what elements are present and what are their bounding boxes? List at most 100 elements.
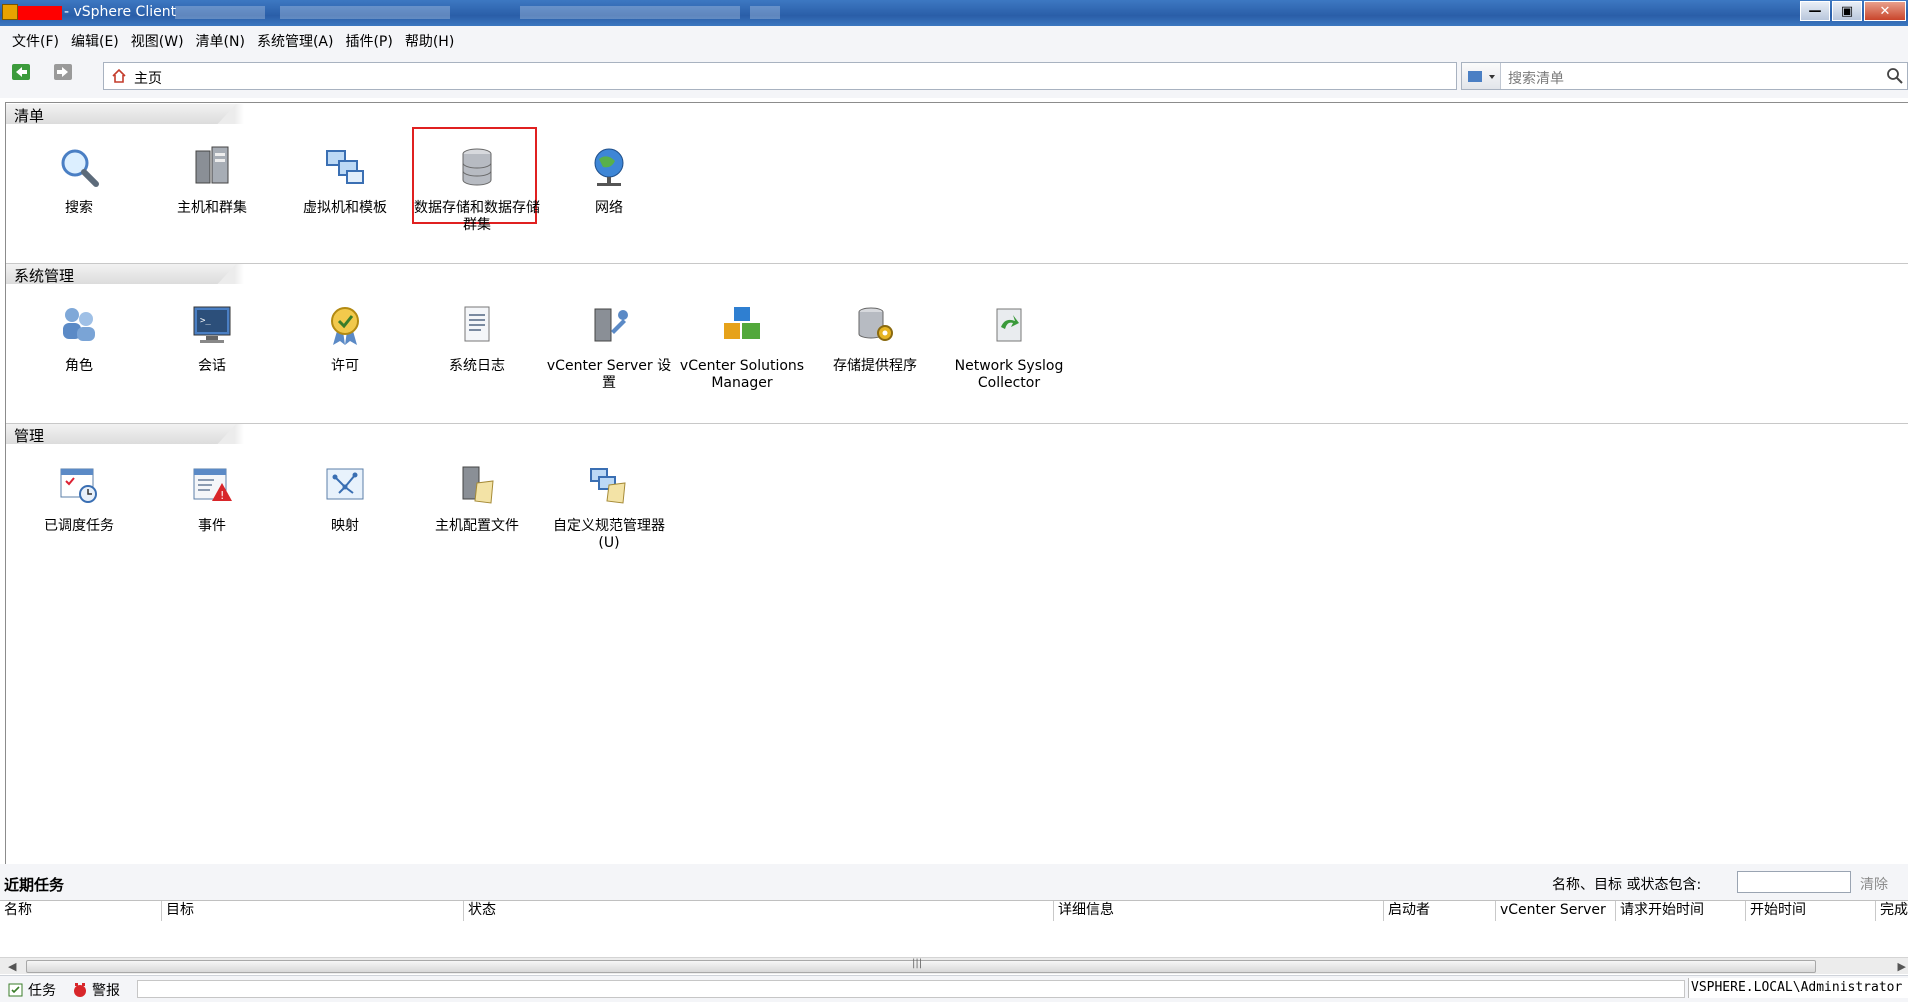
title-bar: - vSphere Client — ▣ ✕ [0, 0, 1908, 26]
menu-plugins[interactable]: 插件(P) [339, 31, 398, 51]
menu-help[interactable]: 帮助(H) [399, 31, 460, 51]
section-title: 系统管理 [14, 267, 75, 285]
item-storage-providers[interactable]: 存储提供程序 [812, 301, 938, 375]
menu-file[interactable]: 文件(F) [0, 31, 65, 51]
servers-icon [195, 146, 229, 184]
item-sessions[interactable]: >_ 会话 [149, 301, 275, 375]
host-profile-icon [462, 466, 494, 504]
column-details[interactable]: 详细信息 [1054, 901, 1384, 921]
solutions-blocks-icon [724, 307, 760, 339]
tasks-grid-body [0, 921, 1908, 957]
item-search[interactable]: 搜索 [16, 143, 142, 217]
item-events[interactable]: ! 事件 [149, 461, 275, 535]
maximize-button[interactable]: ▣ [1832, 1, 1862, 21]
menu-view[interactable]: 视图(W) [125, 31, 190, 51]
tasks-grid-header: 名称 目标 状态 详细信息 启动者 vCenter Server 请求开始时间 … [0, 900, 1908, 922]
item-hosts-and-clusters[interactable]: 主机和群集 [149, 143, 275, 217]
column-status[interactable]: 状态 [464, 901, 1054, 921]
menu-edit[interactable]: 编辑(E) [65, 31, 125, 51]
item-roles[interactable]: 角色 [16, 301, 142, 375]
toolbar: 主页 搜索清单 [0, 56, 1908, 98]
syslog-collector-icon [996, 308, 1022, 342]
filter-input[interactable] [1737, 871, 1851, 893]
server-settings-icon [594, 308, 628, 342]
blurred-text [750, 6, 780, 19]
blurred-text [280, 6, 450, 19]
item-host-profiles[interactable]: 主机配置文件 [414, 461, 540, 535]
alarm-icon [74, 983, 86, 997]
item-networking[interactable]: 网络 [546, 143, 672, 217]
window-title: - vSphere Client [64, 4, 177, 20]
home-content: 清单 搜索 主机和群集 虚拟机和模板 数据存储和数据存储群集 网络 系统管理 角… [5, 102, 1908, 865]
column-name[interactable]: 名称 [0, 901, 162, 921]
scroll-right-arrow-icon[interactable]: ▶ [1898, 960, 1906, 973]
recent-tasks-title: 近期任务 [4, 876, 65, 894]
tasks-icon [8, 983, 23, 997]
section-administration-header: 系统管理 [6, 264, 1908, 285]
minimize-button[interactable]: — [1800, 1, 1830, 21]
license-badge-icon [331, 307, 359, 345]
search-icon[interactable] [1885, 66, 1905, 86]
virtual-machines-icon [326, 150, 364, 184]
close-button[interactable]: ✕ [1864, 1, 1906, 21]
svg-text:>_: >_ [200, 316, 211, 326]
section-management-header: 管理 [6, 424, 1908, 445]
column-requested-start-time[interactable]: 请求开始时间 [1616, 901, 1746, 921]
item-maps[interactable]: 映射 [282, 461, 408, 535]
item-vcenter-solutions-manager[interactable]: vCenter Solutions Manager [679, 301, 805, 392]
section-title: 清单 [14, 107, 45, 125]
sessions-monitor-icon: >_ [193, 306, 231, 343]
forward-arrow-icon [57, 67, 68, 77]
item-scheduled-tasks[interactable]: 已调度任务 [16, 461, 142, 535]
alarms-tab[interactable]: 警报 [72, 980, 120, 1000]
column-initiated-by[interactable]: 启动者 [1384, 901, 1496, 921]
scroll-grip-icon: ||| [912, 958, 923, 969]
customization-spec-icon [590, 468, 626, 504]
search-scope-icon [1468, 71, 1495, 82]
column-vcenter-server[interactable]: vCenter Server [1496, 901, 1616, 921]
column-target[interactable]: 目标 [162, 901, 464, 921]
item-system-logs[interactable]: 系统日志 [414, 301, 540, 375]
datastore-icon [462, 148, 492, 186]
section-inventory-header: 清单 [6, 104, 1908, 125]
system-log-icon [464, 306, 490, 342]
redacted-host-name [18, 6, 62, 20]
search-magnifier-icon [61, 149, 99, 187]
search-placeholder: 搜索清单 [1508, 71, 1564, 87]
status-bar: 任务 警报 VSPHERE.LOCAL\Administrator [0, 975, 1908, 1002]
column-completed[interactable]: 完成 [1876, 901, 1908, 921]
item-vms-and-templates[interactable]: 虚拟机和模板 [282, 143, 408, 217]
back-arrow-icon [16, 67, 27, 77]
forward-button[interactable] [54, 64, 72, 80]
events-warning-icon: ! [193, 468, 232, 502]
address-bar[interactable]: 主页 [103, 62, 1457, 90]
menu-administration[interactable]: 系统管理(A) [251, 31, 340, 51]
section-title: 管理 [14, 427, 45, 445]
network-globe-icon [594, 148, 624, 186]
search-scope-dropdown[interactable] [1462, 63, 1501, 89]
vsphere-app-icon [2, 4, 18, 20]
column-start-time[interactable]: 开始时间 [1746, 901, 1876, 921]
item-customization-spec-manager[interactable]: 自定义规范管理器(U) [546, 461, 672, 552]
blurred-text [175, 6, 265, 19]
status-message-area [137, 980, 1685, 998]
search-inventory[interactable]: 搜索清单 [1461, 62, 1908, 90]
item-vcenter-server-settings[interactable]: vCenter Server 设置 [546, 301, 672, 392]
item-network-syslog-collector[interactable]: Network Syslog Collector [946, 301, 1072, 392]
filter-label[interactable]: 名称、目标 或状态包含: [1552, 874, 1701, 894]
svg-text:!: ! [220, 489, 224, 502]
back-button[interactable] [12, 64, 30, 80]
menu-inventory[interactable]: 清单(N) [190, 31, 251, 51]
scroll-left-arrow-icon[interactable]: ◀ [8, 960, 16, 973]
menu-bar: 文件(F) 编辑(E) 视图(W) 清单(N) 系统管理(A) 插件(P) 帮助… [0, 26, 1908, 56]
item-datastores-and-clusters[interactable]: 数据存储和数据存储群集 [414, 143, 540, 234]
horizontal-scrollbar[interactable]: ◀ ||| ▶ [0, 957, 1908, 974]
tasks-tab[interactable]: 任务 [8, 980, 56, 1000]
home-icon [112, 69, 126, 83]
blurred-text [520, 6, 740, 19]
clear-button[interactable]: 清除 [1860, 874, 1888, 894]
item-licensing[interactable]: 许可 [282, 301, 408, 375]
maps-topology-icon [326, 468, 364, 500]
scheduled-tasks-icon [60, 468, 97, 503]
roles-users-icon [63, 308, 95, 341]
